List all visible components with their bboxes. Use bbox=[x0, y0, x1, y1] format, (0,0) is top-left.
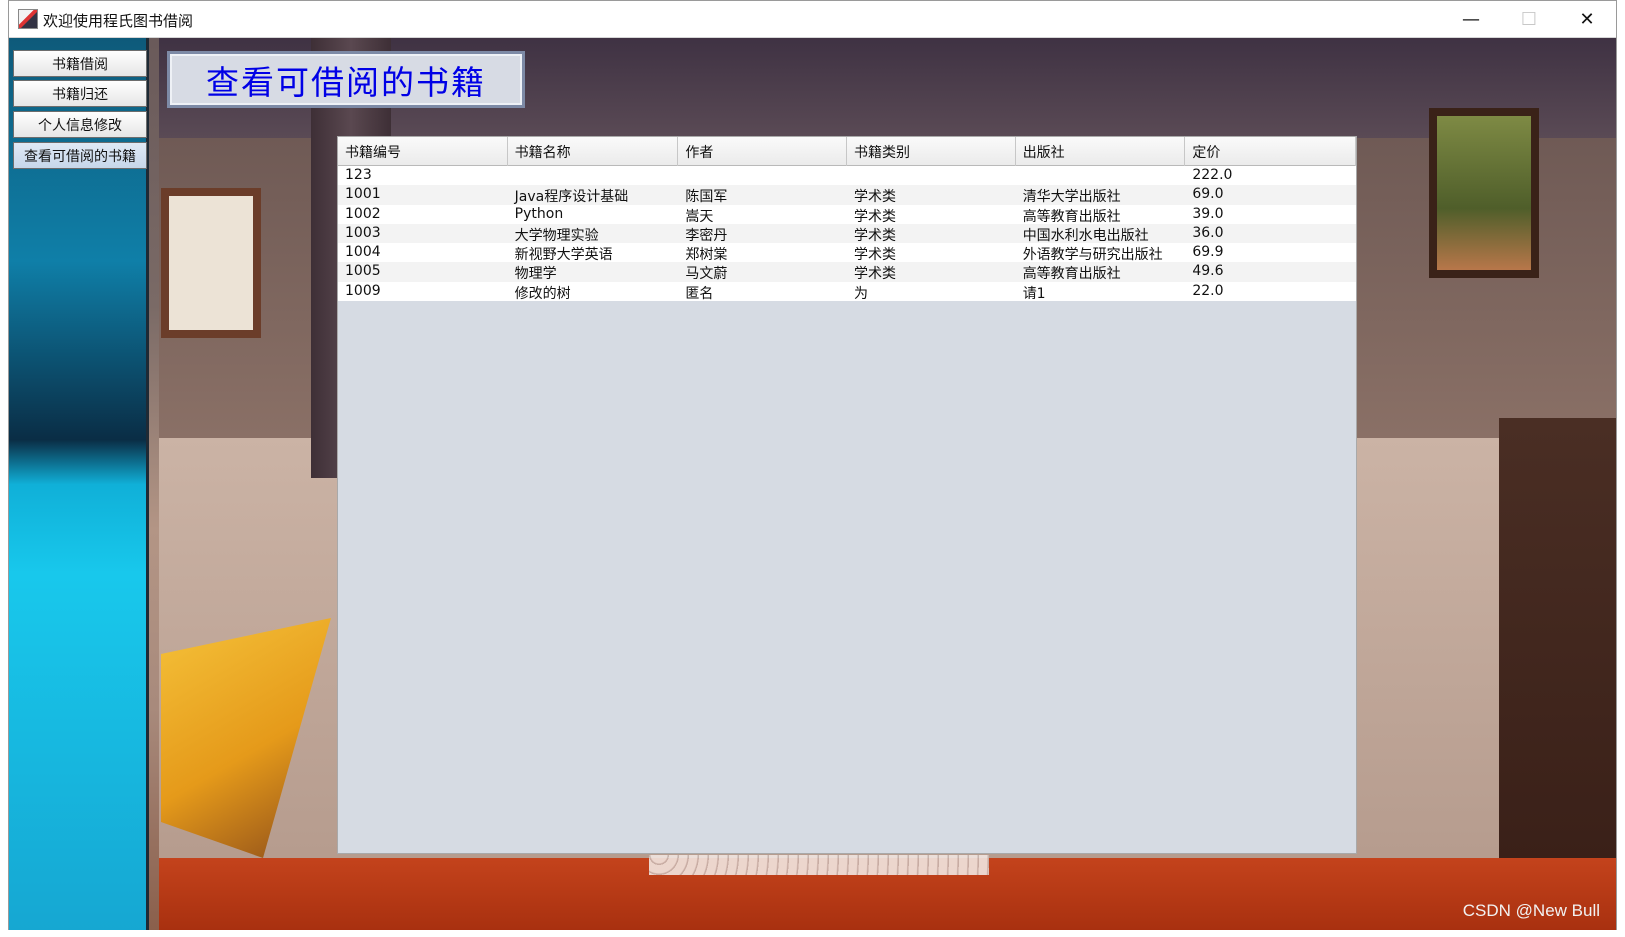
cell-id: 123 bbox=[345, 167, 372, 183]
app-icon bbox=[18, 9, 38, 29]
cell-price: 39.0 bbox=[1192, 205, 1224, 222]
cell-category bbox=[847, 166, 1016, 185]
background-cabinet bbox=[1499, 418, 1616, 868]
background-frill bbox=[649, 855, 989, 875]
cell-publisher: 清华大学出版社 bbox=[1022, 189, 1121, 205]
cell-name: Python bbox=[514, 205, 564, 222]
column-header-price[interactable]: 定价 bbox=[1185, 137, 1357, 166]
cell-publisher: 中国水利水电出版社 bbox=[1022, 227, 1149, 244]
maximize-icon[interactable]: ☐ bbox=[1500, 1, 1558, 38]
cell-category: 为 bbox=[854, 285, 869, 302]
column-header-category[interactable]: 书籍类别 bbox=[847, 137, 1016, 166]
cell-name bbox=[508, 166, 679, 185]
background-poster bbox=[161, 188, 261, 338]
cell-id: 1001 bbox=[345, 186, 381, 203]
cell-id: 1004 bbox=[345, 244, 381, 261]
table-body: 123 222.0 1001 Java程序设计基础 陈国军 学术类 清华大学出版… bbox=[338, 166, 1356, 302]
page-title: 查看可借阅的书籍 bbox=[206, 62, 486, 102]
cell-category: 学术类 bbox=[854, 208, 897, 224]
background-painting bbox=[1429, 108, 1539, 278]
cell-name: Java程序设计基础 bbox=[514, 189, 629, 205]
table-row[interactable]: 123 222.0 bbox=[338, 166, 1356, 186]
cell-publisher: 高等教育出版社 bbox=[1022, 208, 1121, 224]
column-header-author[interactable]: 作者 bbox=[678, 137, 848, 166]
app-window: 欢迎使用程氏图书借阅 — ☐ ✕ 书籍借阅 书籍归还 个人信息修改 查看可借阅的… bbox=[8, 0, 1617, 931]
cell-name: 修改的树 bbox=[514, 285, 571, 302]
cell-price: 69.0 bbox=[1192, 186, 1224, 203]
cell-id: 1005 bbox=[345, 263, 381, 280]
cell-name: 物理学 bbox=[514, 266, 557, 282]
cell-id: 1002 bbox=[345, 205, 381, 222]
view-available-books-button[interactable]: 查看可借阅的书籍 bbox=[13, 142, 147, 169]
cell-author: 陈国军 bbox=[685, 189, 728, 205]
cell-publisher bbox=[1016, 166, 1186, 185]
column-header-name[interactable]: 书籍名称 bbox=[508, 137, 679, 166]
bottom-strip bbox=[0, 930, 1625, 937]
cell-author: 嵩天 bbox=[685, 208, 714, 224]
cell-publisher: 外语教学与研究出版社 bbox=[1022, 247, 1163, 263]
column-header-id[interactable]: 书籍编号 bbox=[338, 137, 508, 166]
table-header: 书籍编号 书籍名称 作者 书籍类别 出版社 定价 bbox=[338, 137, 1357, 166]
cell-price: 222.0 bbox=[1192, 167, 1233, 183]
cell-category: 学术类 bbox=[854, 266, 897, 282]
title-bar[interactable]: 欢迎使用程氏图书借阅 — ☐ ✕ bbox=[9, 1, 1616, 38]
cell-name: 新视野大学英语 bbox=[514, 247, 613, 263]
cell-price: 69.9 bbox=[1192, 244, 1224, 261]
table-row[interactable]: 1001 Java程序设计基础 陈国军 学术类 清华大学出版社 69.0 bbox=[338, 185, 1356, 205]
cell-publisher: 高等教育出版社 bbox=[1022, 266, 1121, 282]
watermark: CSDN @New Bull bbox=[1462, 901, 1600, 920]
table-row[interactable]: 1005 物理学 马文蔚 学术类 高等教育出版社 49.6 bbox=[338, 262, 1356, 282]
cell-price: 36.0 bbox=[1192, 224, 1224, 241]
cell-category: 学术类 bbox=[854, 189, 897, 205]
cell-price: 22.0 bbox=[1192, 282, 1224, 299]
cell-publisher: 请1 bbox=[1022, 285, 1046, 302]
cell-category: 学术类 bbox=[854, 227, 897, 244]
window-title: 欢迎使用程氏图书借阅 bbox=[43, 12, 194, 30]
page-title-panel: 查看可借阅的书籍 bbox=[167, 51, 525, 108]
table-row[interactable]: 1009 修改的树 匿名 为 请1 22.0 bbox=[338, 281, 1356, 302]
borrow-books-button[interactable]: 书籍借阅 bbox=[13, 50, 147, 77]
table-row[interactable]: 1003 大学物理实验 李密丹 学术类 中国水利水电出版社 36.0 bbox=[338, 223, 1356, 244]
return-books-button[interactable]: 书籍归还 bbox=[13, 80, 147, 107]
cell-author bbox=[678, 166, 847, 185]
cell-id: 1003 bbox=[345, 224, 381, 241]
cell-author: 李密丹 bbox=[685, 227, 728, 244]
column-header-publisher[interactable]: 出版社 bbox=[1016, 137, 1186, 166]
close-icon[interactable]: ✕ bbox=[1558, 1, 1616, 38]
cell-author: 郑树棠 bbox=[685, 247, 728, 263]
cell-category: 学术类 bbox=[854, 247, 897, 263]
books-table[interactable]: 书籍编号 书籍名称 作者 书籍类别 出版社 定价 123 222.0 1001 … bbox=[337, 136, 1357, 854]
edit-profile-button[interactable]: 个人信息修改 bbox=[13, 111, 147, 138]
table-row[interactable]: 1002 Python 嵩天 学术类 高等教育出版社 39.0 bbox=[338, 204, 1356, 224]
cell-name: 大学物理实验 bbox=[514, 227, 599, 244]
minimize-icon[interactable]: — bbox=[1442, 1, 1500, 38]
cell-author: 马文蔚 bbox=[685, 266, 728, 282]
cell-price: 49.6 bbox=[1192, 263, 1224, 280]
table-row[interactable]: 1004 新视野大学英语 郑树棠 学术类 外语教学与研究出版社 69.9 bbox=[338, 243, 1356, 263]
cell-id: 1009 bbox=[345, 282, 381, 299]
sidebar: 书籍借阅 书籍归还 个人信息修改 查看可借阅的书籍 bbox=[9, 38, 149, 931]
cell-author: 匿名 bbox=[685, 285, 714, 302]
